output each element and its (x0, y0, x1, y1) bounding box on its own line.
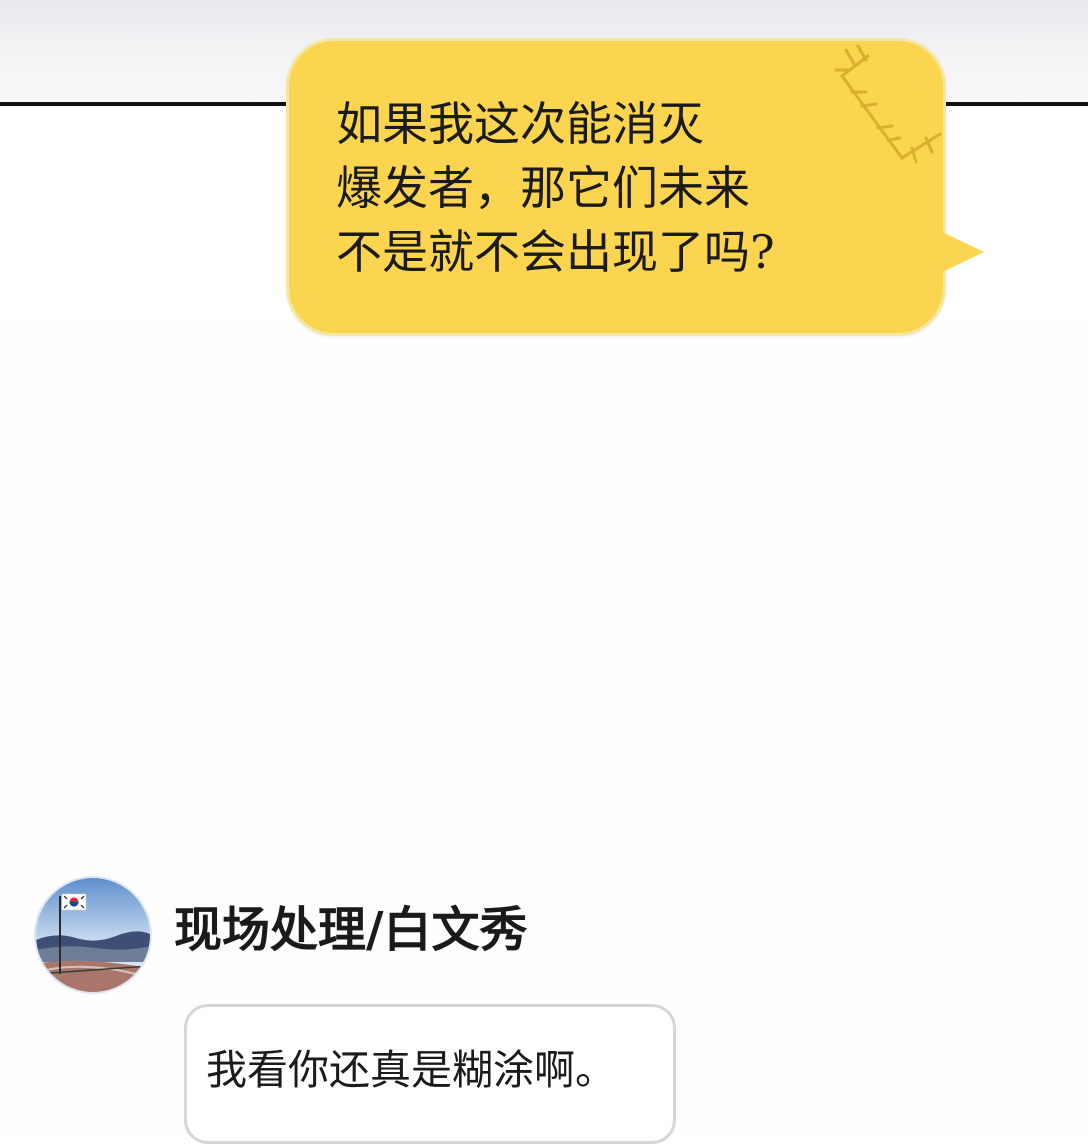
avatar-image (36, 878, 150, 992)
sender-name: 现场处理/白文秀 (174, 902, 528, 958)
sent-bubble-tail (938, 230, 984, 274)
sent-message-text: 如果我这次能消灭 爆发者，那它们未来 不是就不会出现了吗? (336, 97, 775, 279)
avatar[interactable] (34, 876, 152, 994)
received-message-text: 我看你还真是糊涂啊。 (206, 1046, 616, 1094)
